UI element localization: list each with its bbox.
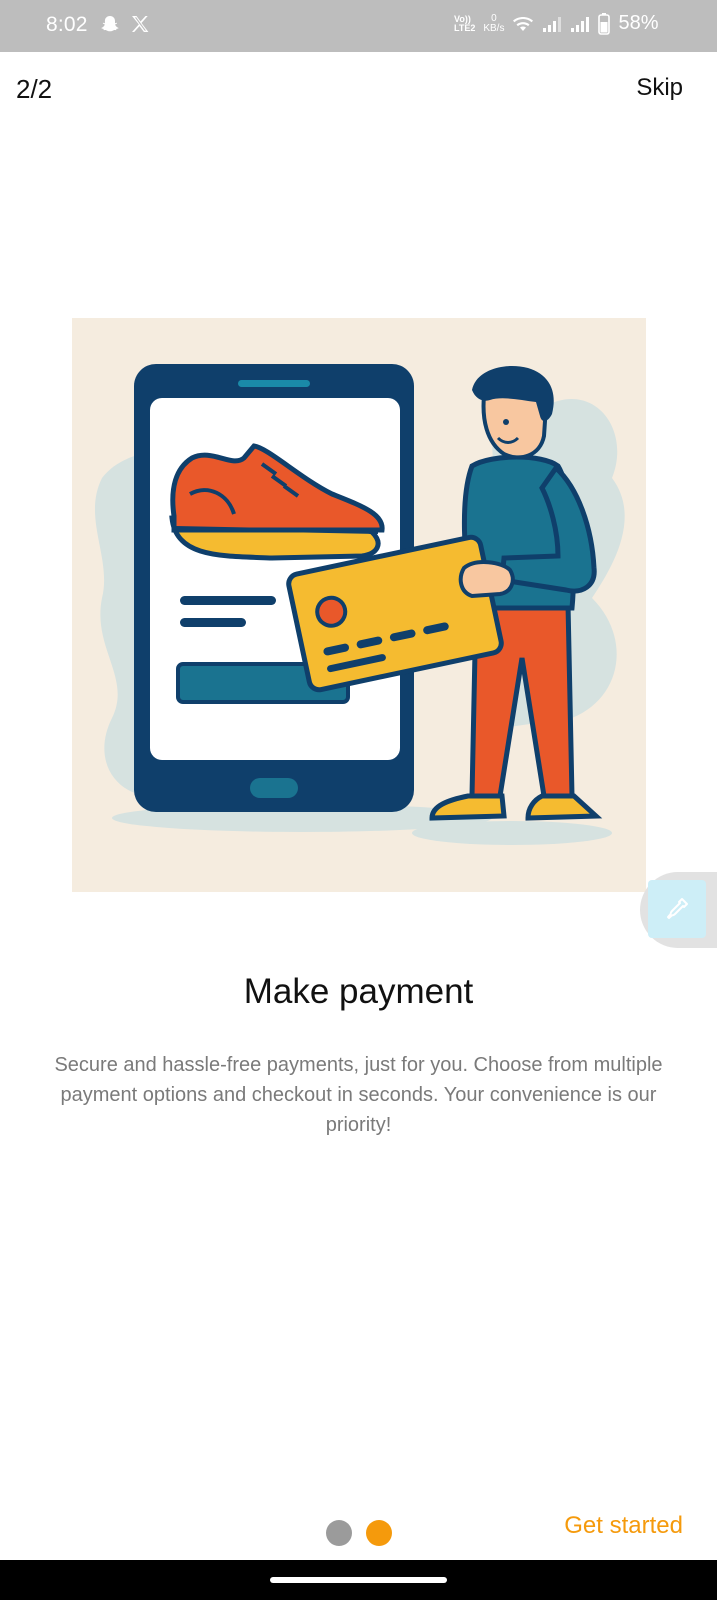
skip-button[interactable]: Skip (636, 74, 683, 102)
volte-bottom-text: LTE2 (454, 22, 476, 33)
snapchat-icon (101, 16, 119, 32)
system-navigation-bar (0, 1560, 717, 1600)
x-icon (132, 16, 149, 32)
onboarding-illustration (72, 318, 646, 892)
onboarding-description: Secure and hassle-free payments, just fo… (54, 1054, 663, 1136)
floating-tool-button[interactable] (648, 880, 706, 938)
signal-icon (543, 16, 562, 32)
floating-tool-handle[interactable] (640, 872, 717, 948)
status-time: 8:02 (46, 13, 88, 36)
page-dot-2[interactable] (366, 1520, 392, 1546)
page-indicator (326, 1520, 392, 1546)
network-speed-value: 0 (491, 12, 497, 24)
payment-illustration (94, 364, 625, 845)
wifi-icon (513, 16, 534, 31)
signal-icon (571, 16, 590, 32)
get-started-button[interactable]: Get started (564, 1512, 683, 1540)
page-counter: 2/2 (16, 74, 53, 104)
volte-indicator: Vo)) LTE2 (454, 14, 476, 33)
status-bar: 8:02 Vo)) LTE2 0 KB/s 58% (0, 0, 717, 52)
battery-percent: 58% (618, 12, 659, 34)
status-notification-icons (100, 14, 150, 34)
eyedropper-icon (667, 898, 688, 919)
network-speed-unit: KB/s (483, 22, 505, 34)
onboarding-title: Make payment (243, 972, 474, 1011)
battery-icon (598, 12, 611, 35)
network-speed: 0 KB/s (483, 12, 505, 34)
status-system-icons: Vo)) LTE2 0 KB/s 58% (454, 12, 659, 35)
home-gesture-handle[interactable] (270, 1577, 447, 1583)
page-dot-1[interactable] (326, 1520, 352, 1546)
